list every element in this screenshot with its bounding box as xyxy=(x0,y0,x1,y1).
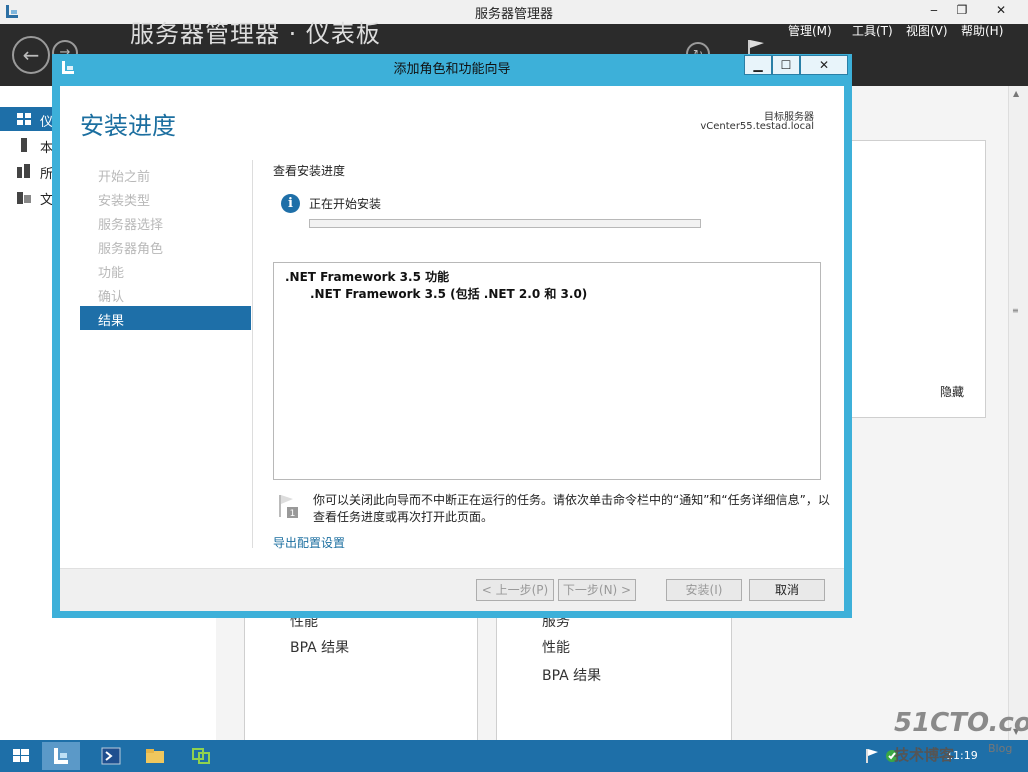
feature-subitem: .NET Framework 3.5 (包括 .NET 2.0 和 3.0) xyxy=(310,287,588,301)
cancel-button[interactable]: 取消 xyxy=(749,579,825,601)
outer-minimize-button[interactable]: ‒ xyxy=(920,0,948,20)
file-explorer-icon[interactable] xyxy=(136,742,174,770)
wizard-close-button[interactable]: ✕ xyxy=(800,55,848,75)
wizard-maximize-button[interactable]: ☐ xyxy=(772,55,800,75)
install-status: 正在开始安装 xyxy=(309,197,382,211)
tile-item-bpa[interactable]: BPA 结果 xyxy=(542,665,601,685)
back-arrow-icon[interactable]: ← xyxy=(12,36,50,74)
export-config-link[interactable]: 导出配置设置 xyxy=(273,534,345,551)
watermark-tag: Blog xyxy=(988,742,1013,755)
previous-button[interactable]: < 上一步(P) xyxy=(476,579,554,601)
menu-tools[interactable]: 工具(T) xyxy=(852,22,893,39)
vmware-client-icon[interactable] xyxy=(182,742,220,770)
wizard-step-server-selection: 服务器选择 xyxy=(98,218,164,233)
wizard-step-confirmation: 确认 xyxy=(98,290,125,305)
install-button[interactable]: 安装(I) xyxy=(666,579,742,601)
watermark-subtitle: 技术博客 xyxy=(894,746,955,764)
notification-flag-icon: 1 xyxy=(279,495,298,519)
wizard-step-before-you-begin: 开始之前 xyxy=(98,170,151,185)
wizard-step-installation-type: 安装类型 xyxy=(98,194,151,209)
servers-icon xyxy=(17,164,30,178)
next-button[interactable]: 下一步(N) > xyxy=(558,579,636,601)
wizard-minimize-button[interactable]: ▁ xyxy=(744,55,772,75)
dashboard-icon xyxy=(17,113,31,125)
wizard-step-results-label: 结果 xyxy=(98,314,125,329)
scroll-grip-icon[interactable]: ≡ xyxy=(1012,306,1019,315)
scroll-up-arrow-icon[interactable]: ▲ xyxy=(1013,89,1019,98)
hide-link[interactable]: 隐藏 xyxy=(940,383,964,400)
section-title: 查看安装进度 xyxy=(273,164,346,178)
vertical-scrollbar[interactable] xyxy=(1008,86,1028,740)
welcome-tile xyxy=(848,140,986,418)
menu-view[interactable]: 视图(V) xyxy=(906,22,948,39)
tray-flag-icon[interactable] xyxy=(864,748,880,764)
target-server-value: vCenter55.testad.local xyxy=(700,121,814,132)
tile-item-bpa[interactable]: BPA 结果 xyxy=(290,637,349,657)
outer-restore-button[interactable]: ❐ xyxy=(948,0,976,20)
info-icon: i xyxy=(281,194,300,213)
server-group-tile: 性能 BPA 结果 xyxy=(244,610,478,744)
breadcrumb: 服务器管理器 · 仪表板 xyxy=(130,20,381,48)
wizard-step-server-roles: 服务器角色 xyxy=(98,242,164,257)
feature-item: .NET Framework 3.5 功能 xyxy=(285,270,450,284)
menu-manage[interactable]: 管理(M) xyxy=(788,22,832,39)
taskbar-server-manager-icon[interactable] xyxy=(42,742,80,770)
outer-close-button[interactable]: ✕ xyxy=(976,0,1026,20)
windows-start-icon[interactable] xyxy=(2,742,40,770)
nav-divider xyxy=(252,160,253,548)
wizard-step-features: 功能 xyxy=(98,266,125,281)
watermark-site: 51CTO.com xyxy=(894,708,1028,738)
menu-help[interactable]: 帮助(H) xyxy=(961,22,1003,39)
server-group-tile: 服务 性能 BPA 结果 xyxy=(496,610,732,744)
tile-item-performance[interactable]: 性能 xyxy=(542,637,570,657)
wizard-title: 添加角色和功能向导 xyxy=(393,62,511,77)
notification-badge: 1 xyxy=(290,509,296,519)
server-icon xyxy=(21,138,27,152)
page-title: 安装进度 xyxy=(80,112,176,140)
progress-bar xyxy=(309,219,701,228)
file-services-icon xyxy=(17,192,31,204)
powershell-icon[interactable] xyxy=(92,742,130,770)
close-wizard-note: 你可以关闭此向导而不中断正在运行的任务。请依次单击命令栏中的“通知”和“任务详细… xyxy=(313,493,830,524)
